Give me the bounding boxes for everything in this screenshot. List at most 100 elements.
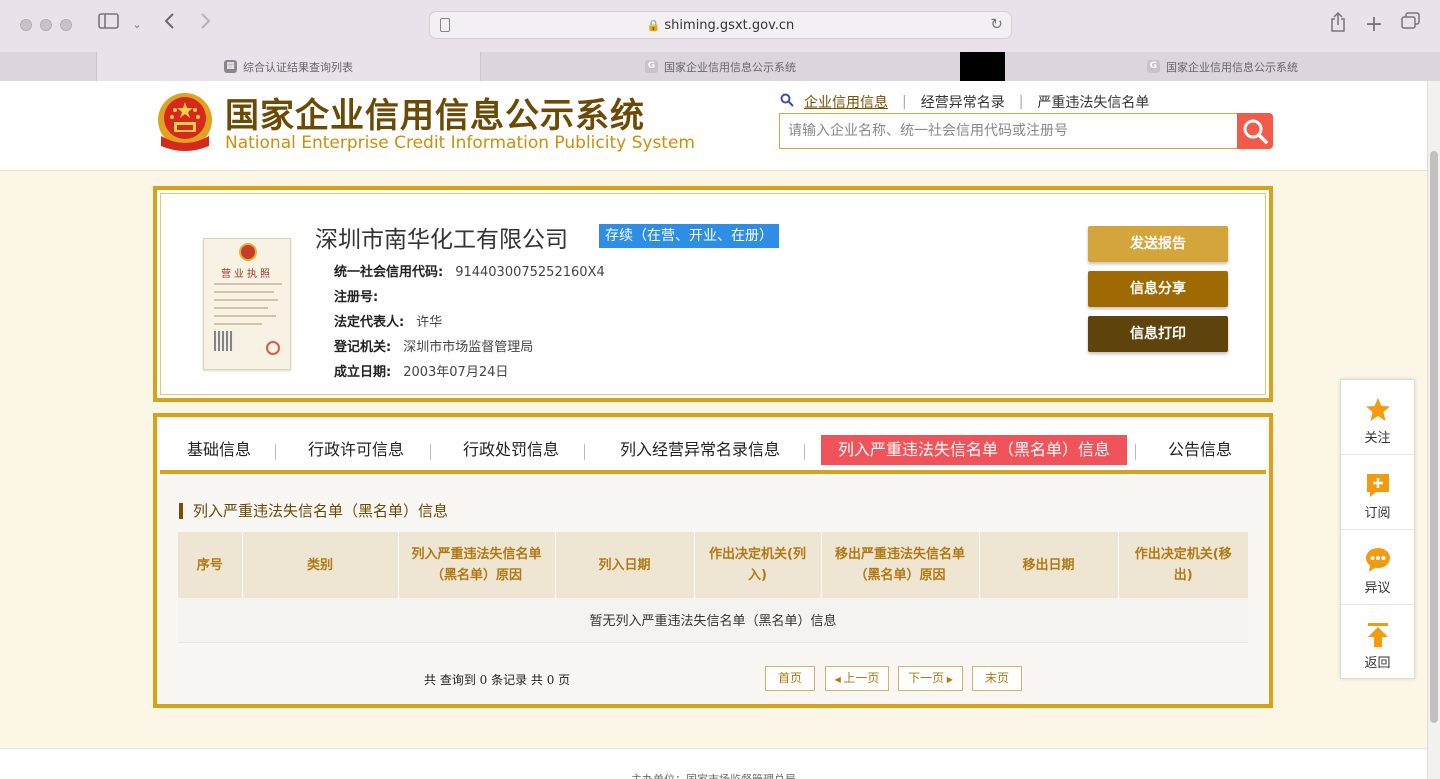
print-info-button[interactable]: 信息打印 <box>1088 316 1228 352</box>
license-line <box>214 299 278 301</box>
window-controls <box>20 19 72 31</box>
chevron-down-icon[interactable]: ⌄ <box>124 12 150 38</box>
send-report-button[interactable]: 发送报告 <box>1088 226 1228 262</box>
last-page-button[interactable]: 末页 <box>972 666 1022 691</box>
qr-code-icon <box>214 331 234 351</box>
browser-tab-1[interactable]: ▦ 综合认证结果查询列表 <box>96 52 480 81</box>
tab-blacklist[interactable]: 列入严重违法失信名单（黑名单）信息 <box>821 435 1127 465</box>
field-label: 注册号: <box>334 290 379 305</box>
tab-separator <box>584 444 585 460</box>
national-emblem-icon <box>158 93 212 151</box>
next-page-label: 下一页 <box>908 671 945 685</box>
search-icon <box>1243 119 1268 144</box>
license-line <box>214 323 262 325</box>
site-header: 国家企业信用信息公示系统 National Enterprise Credit … <box>0 81 1427 171</box>
column-header: 列入严重违法失信名单（黑名单）原因 <box>398 532 556 598</box>
info-legal-representative: 法定代表人: 许华 <box>334 311 442 330</box>
tab-separator <box>430 444 431 460</box>
header-nav: 企业信用信息 | 经营异常名录 | 严重违法失信名单 <box>780 92 1149 112</box>
side-label: 返回 <box>1364 656 1391 671</box>
prev-page-button[interactable]: ◀ 上一页 <box>825 666 889 691</box>
site-footer: 主办单位：国家市场监督管理总局 <box>0 748 1427 779</box>
record-count: 共 查询到 0 条记录 共 0 页 <box>424 673 571 687</box>
column-header: 列入日期 <box>555 532 695 598</box>
back-arrow-icon[interactable] <box>157 12 183 38</box>
floating-side-panel: 关注 订阅 异议 返回 <box>1340 379 1415 679</box>
tab-administrative-penalty[interactable]: 行政处罚信息 <box>445 435 577 465</box>
share-icon[interactable] <box>1325 11 1351 38</box>
reload-icon[interactable]: ↻ <box>990 15 1003 33</box>
close-window-button[interactable] <box>20 19 32 31</box>
sidebar-toggle-icon[interactable] <box>96 12 122 38</box>
field-label: 统一社会信用代码: <box>334 265 444 280</box>
next-page-button[interactable]: 下一页 ▶ <box>898 666 963 691</box>
site-title-cn: 国家企业信用信息公示系统 <box>225 96 645 136</box>
zoom-window-button[interactable] <box>60 19 72 31</box>
license-line <box>214 291 274 293</box>
side-back-to-top-button[interactable]: 返回 <box>1341 605 1414 680</box>
field-value: 许华 <box>416 315 443 330</box>
license-line <box>214 283 282 285</box>
side-follow-button[interactable]: 关注 <box>1341 380 1414 455</box>
info-credit-code: 统一社会信用代码: 9144030075252160X4 <box>334 261 605 280</box>
field-label: 成立日期: <box>334 365 392 380</box>
nav-enterprise-credit[interactable]: 企业信用信息 <box>804 92 888 112</box>
tab-separator <box>804 444 805 460</box>
search-button[interactable] <box>1237 113 1273 149</box>
tab-announcements[interactable]: 公告信息 <box>1150 435 1250 465</box>
browser-tab-3[interactable]: G 国家企业信用信息公示系统 <box>1005 52 1440 81</box>
prev-page-label: 上一页 <box>843 671 880 685</box>
tab-abnormal-operations[interactable]: 列入经营异常名录信息 <box>600 435 800 465</box>
g-favicon-icon: G <box>645 60 658 73</box>
minimize-window-button[interactable] <box>40 19 52 31</box>
tab-overview-icon[interactable] <box>1398 12 1424 38</box>
tab-basic-info[interactable]: 基础信息 <box>170 435 268 465</box>
tab-spacer <box>0 52 96 81</box>
search-icon <box>780 93 794 111</box>
browser-chrome: ⌄ 🔒 shiming.gsxt.gov.cn ↻ + ▦ 综合认证结果查询列表 … <box>0 0 1440 81</box>
section-title: 列入严重违法失信名单（黑名单）信息 <box>179 503 448 519</box>
license-line <box>214 315 276 317</box>
tab-administrative-license[interactable]: 行政许可信息 <box>290 435 422 465</box>
column-header: 作出决定机关(移出) <box>1118 532 1248 598</box>
search-input[interactable] <box>780 114 1238 148</box>
page-scrollbar[interactable] <box>1427 81 1440 779</box>
info-establishment-date: 成立日期: 2003年07月24日 <box>334 361 508 380</box>
new-tab-icon[interactable]: + <box>1361 12 1387 38</box>
status-badge: 存续（在营、开业、在册） <box>599 224 779 248</box>
field-value: 2003年07月24日 <box>403 365 509 380</box>
nav-separator: | <box>902 94 907 110</box>
license-line <box>214 307 268 309</box>
address-bar[interactable]: 🔒 shiming.gsxt.gov.cn ↻ <box>429 11 1012 39</box>
field-label: 登记机关: <box>334 340 392 355</box>
star-icon <box>1366 398 1390 421</box>
chat-icon <box>1366 548 1390 572</box>
site-title-en: National Enterprise Credit Information P… <box>225 133 695 153</box>
nav-blacklist[interactable]: 严重违法失信名单 <box>1037 92 1149 112</box>
table-header-row: 序号 类别 列入严重违法失信名单（黑名单）原因 列入日期 作出决定机关(列入) … <box>178 532 1248 598</box>
column-header: 序号 <box>178 532 243 598</box>
tab-separator <box>275 444 276 460</box>
nav-separator: | <box>1018 94 1024 110</box>
share-info-button[interactable]: 信息分享 <box>1088 271 1228 307</box>
company-name: 深圳市南华化工有限公司 <box>315 227 568 253</box>
side-objection-button[interactable]: 异议 <box>1341 530 1414 605</box>
search-field <box>779 113 1238 149</box>
scrollbar-thumb[interactable] <box>1430 151 1438 723</box>
business-license-thumbnail[interactable]: 营业执照 <box>203 238 291 370</box>
column-header: 移出日期 <box>979 532 1119 598</box>
side-label: 异议 <box>1364 581 1391 596</box>
empty-message: 暂无列入严重违法失信名单（黑名单）信息 <box>178 598 1248 643</box>
side-subscribe-button[interactable]: 订阅 <box>1341 455 1414 530</box>
forward-arrow-icon[interactable] <box>192 12 218 38</box>
info-registration-authority: 登记机关: 深圳市市场监督管理局 <box>334 336 533 355</box>
company-card: 营业执照 深圳市南华化工有限公司 存续（在营、开业、在册） 统一社会信用代码: 9… <box>153 186 1273 402</box>
g-favicon-icon: G <box>1147 60 1160 73</box>
first-page-button[interactable]: 首页 <box>765 666 815 691</box>
nav-abnormal-list[interactable]: 经营异常名录 <box>921 92 1005 112</box>
browser-tab-2[interactable]: G 国家企业信用信息公示系统 <box>480 52 960 81</box>
tab-separator <box>1135 444 1136 460</box>
license-title: 营业执照 <box>221 269 273 280</box>
list-favicon-icon: ▦ <box>224 60 237 73</box>
side-label: 关注 <box>1364 431 1391 446</box>
